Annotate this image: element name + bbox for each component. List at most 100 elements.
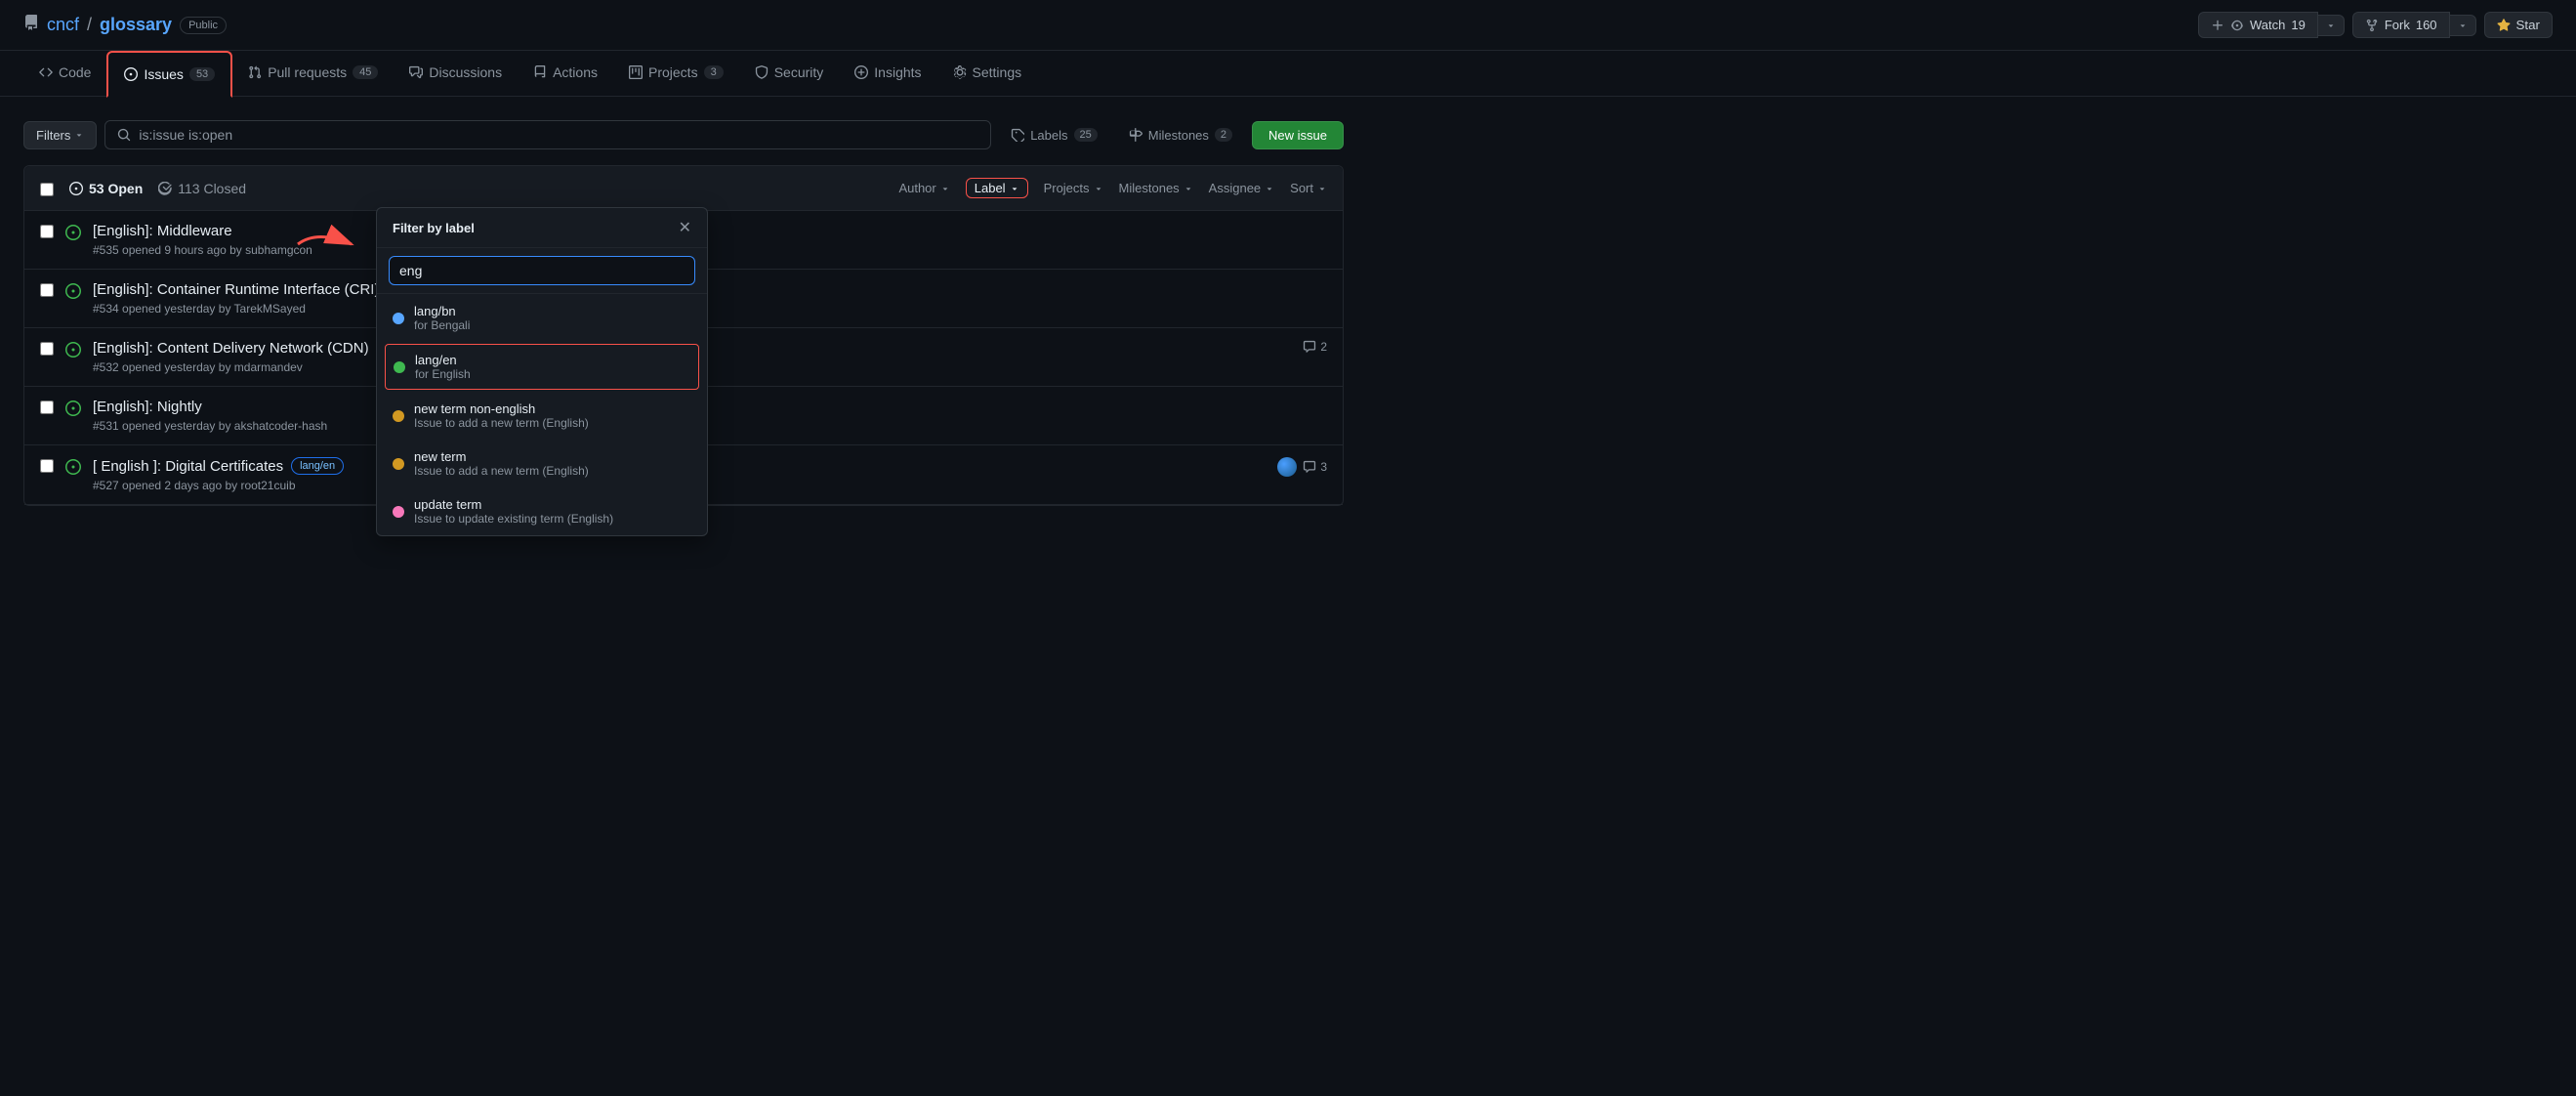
- dropdown-item-lang-bn[interactable]: lang/bn for Bengali: [377, 294, 707, 342]
- arrow-indicator: [288, 225, 366, 267]
- projects-filter-label: Projects: [1044, 181, 1090, 195]
- milestones-button[interactable]: Milestones 2: [1117, 122, 1244, 148]
- issue-checkbox-527[interactable]: [40, 459, 54, 473]
- tab-issues-label: Issues: [144, 66, 183, 82]
- issues-list-header: 53 Open 113 Closed Author Label Projects: [24, 166, 1343, 211]
- tab-actions-label: Actions: [553, 64, 598, 80]
- issue-checkbox-531[interactable]: [40, 400, 54, 414]
- tab-settings[interactable]: Settings: [937, 51, 1038, 96]
- labels-label: Labels: [1030, 128, 1067, 143]
- repo-name[interactable]: glossary: [100, 15, 172, 35]
- author-label: Author: [898, 181, 935, 195]
- label-filter-label: Label: [975, 181, 1006, 195]
- dropdown-item-content-new-term: new term Issue to add a new term (Englis…: [414, 449, 589, 478]
- dropdown-header: Filter by label ✕: [377, 208, 707, 248]
- tab-projects-label: Projects: [648, 64, 698, 80]
- closed-issues-link[interactable]: 113 Closed: [158, 181, 246, 196]
- dropdown-item-desc-update-term: Issue to update existing term (English): [414, 512, 613, 526]
- repo-nav: Code Issues 53 Pull requests 45 Discussi…: [0, 51, 2576, 97]
- closed-count-text: 113 Closed: [178, 181, 246, 196]
- avatar: [1277, 457, 1297, 477]
- comment-count-532: 2: [1320, 340, 1327, 354]
- dropdown-item-update-term[interactable]: update term Issue to update existing ter…: [377, 487, 707, 535]
- tab-code[interactable]: Code: [23, 51, 106, 96]
- dropdown-item-desc-lang-en: for English: [415, 367, 471, 381]
- watch-button[interactable]: Watch 19: [2198, 12, 2318, 38]
- dropdown-search-input[interactable]: [389, 256, 695, 285]
- filters-button[interactable]: Filters: [23, 121, 97, 149]
- tab-pull-requests[interactable]: Pull requests 45: [232, 51, 394, 96]
- issues-header-right: Author Label Projects Milestones Assigne…: [898, 178, 1327, 198]
- fork-count: 160: [2416, 18, 2437, 32]
- tab-issues[interactable]: Issues 53: [106, 51, 232, 98]
- dropdown-item-new-term[interactable]: new term Issue to add a new term (Englis…: [377, 440, 707, 487]
- watch-label: Watch: [2250, 18, 2285, 32]
- repo-org[interactable]: cncf: [47, 15, 79, 35]
- author-filter[interactable]: Author: [898, 181, 949, 195]
- assignee-filter[interactable]: Assignee: [1209, 181, 1274, 195]
- star-label: Star: [2516, 18, 2540, 32]
- issue-meta-531: #531 opened yesterday by akshatcoder-has…: [93, 419, 1327, 433]
- dropdown-item-new-term-non-english[interactable]: new term non-english Issue to add a new …: [377, 392, 707, 440]
- tab-settings-label: Settings: [973, 64, 1022, 80]
- fork-button[interactable]: Fork 160: [2352, 12, 2450, 38]
- issue-checkbox-534[interactable]: [40, 283, 54, 297]
- tab-discussions[interactable]: Discussions: [394, 51, 518, 96]
- dropdown-search-area: [377, 248, 707, 294]
- issue-title-531[interactable]: [English]: Nightly: [93, 399, 1327, 415]
- tab-projects-count: 3: [704, 65, 724, 79]
- issue-title-535[interactable]: [English]: Middleware: [93, 223, 1327, 239]
- filter-by-label-dropdown: Filter by label ✕ lang/bn for Bengali la…: [376, 207, 708, 536]
- milestones-filter-label: Milestones: [1119, 181, 1180, 195]
- dot-update-term: [393, 506, 404, 518]
- search-box: [104, 120, 991, 149]
- fork-label: Fork: [2385, 18, 2410, 32]
- dot-lang-en: [394, 361, 405, 373]
- dropdown-item-name-lang-en: lang/en: [415, 353, 471, 367]
- select-all-checkbox[interactable]: [40, 183, 54, 196]
- projects-filter[interactable]: Projects: [1044, 181, 1103, 195]
- repo-title: cncf / glossary Public: [23, 15, 227, 35]
- tab-security[interactable]: Security: [739, 51, 840, 96]
- issue-meta-535: #535 opened 9 hours ago by subhamgcon: [93, 243, 1327, 257]
- issue-open-icon: [65, 225, 81, 243]
- fork-dropdown-button[interactable]: [2450, 15, 2476, 36]
- filters-label: Filters: [36, 128, 70, 143]
- new-issue-button[interactable]: New issue: [1252, 121, 1344, 149]
- issues-header-left: 53 Open 113 Closed: [40, 181, 246, 196]
- dropdown-item-lang-en[interactable]: lang/en for English: [385, 344, 699, 390]
- repo-icon: [23, 15, 39, 35]
- search-input[interactable]: [139, 127, 978, 143]
- repo-visibility-badge: Public: [180, 17, 227, 34]
- label-filter[interactable]: Label: [966, 178, 1028, 198]
- tab-projects[interactable]: Projects 3: [613, 51, 739, 96]
- labels-button[interactable]: Labels 25: [999, 122, 1109, 148]
- tab-pr-label: Pull requests: [268, 64, 347, 80]
- star-button[interactable]: Star: [2484, 12, 2553, 38]
- fork-button-group: Fork 160: [2352, 12, 2476, 38]
- open-issues-count: 53 Open: [69, 181, 143, 196]
- tab-insights[interactable]: Insights: [839, 51, 936, 96]
- dropdown-item-name-new-term: new term: [414, 449, 589, 464]
- milestones-filter[interactable]: Milestones: [1119, 181, 1193, 195]
- issue-title-534[interactable]: [English]: Container Runtime Interface (…: [93, 281, 1327, 298]
- dropdown-item-desc-new-term: Issue to add a new term (English): [414, 464, 589, 478]
- issue-open-icon: [65, 459, 81, 478]
- dropdown-item-desc-new-term-non-english: Issue to add a new term (English): [414, 416, 589, 430]
- dropdown-item-desc-lang-bn: for Bengali: [414, 318, 470, 332]
- issue-checkbox-535[interactable]: [40, 225, 54, 238]
- issues-container: 53 Open 113 Closed Author Label Projects: [23, 165, 1344, 506]
- repo-sep: /: [87, 15, 92, 35]
- repo-header: cncf / glossary Public Watch 19 Fork 160: [0, 0, 2576, 51]
- dropdown-item-name-new-term-non-english: new term non-english: [414, 401, 589, 416]
- watch-dropdown-button[interactable]: [2318, 15, 2345, 36]
- dropdown-close-button[interactable]: ✕: [679, 218, 691, 237]
- issue-content-531: [English]: Nightly #531 opened yesterday…: [93, 399, 1327, 433]
- tab-actions[interactable]: Actions: [518, 51, 613, 96]
- label-lang-en: lang/en: [291, 457, 344, 475]
- filter-bar: Filters Labels 25 Milestones 2 New issue: [23, 120, 1344, 149]
- sort-filter[interactable]: Sort: [1290, 181, 1327, 195]
- issue-checkbox-532[interactable]: [40, 342, 54, 356]
- issue-open-icon: [65, 400, 81, 419]
- dropdown-item-content-lang-bn: lang/bn for Bengali: [414, 304, 470, 332]
